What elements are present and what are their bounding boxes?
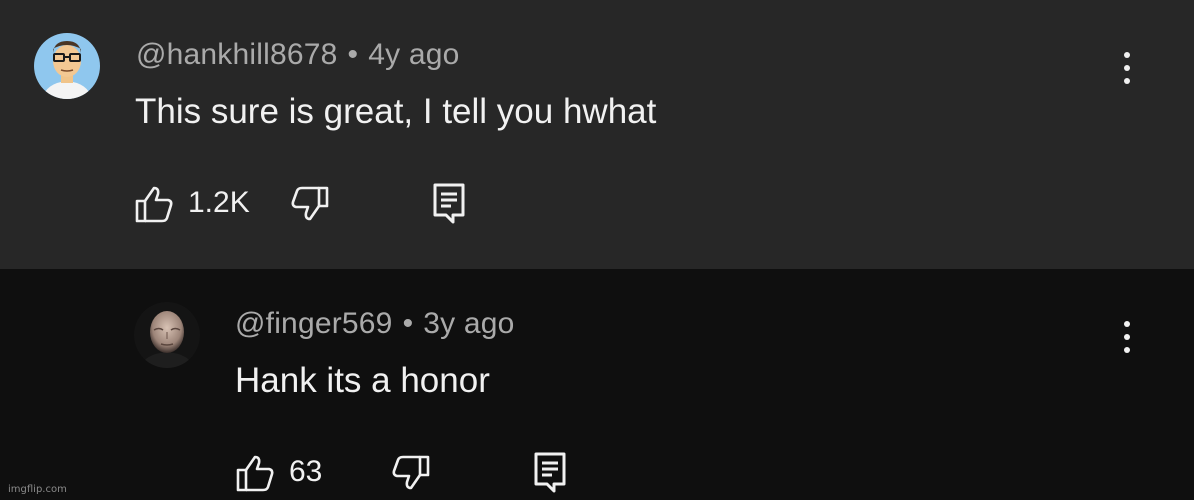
comment-meta: @finger569 • 3y ago	[235, 307, 515, 341]
reply-button[interactable]	[533, 451, 573, 495]
like-count: 1.2K	[188, 186, 250, 219]
meta-separator: •	[402, 307, 414, 340]
thumbs-up-icon	[135, 186, 173, 223]
author-handle[interactable]: @hankhill8678	[136, 38, 338, 71]
timestamp[interactable]: 4y ago	[368, 38, 459, 71]
more-vert-icon[interactable]	[1121, 48, 1133, 88]
meta-separator: •	[347, 38, 359, 71]
like-button[interactable]: 63	[235, 451, 335, 495]
like-count: 63	[289, 455, 323, 488]
thumbs-down-icon	[392, 455, 430, 490]
reply-comment-icon	[534, 452, 566, 493]
comment-meta: @hankhill8678 • 4y ago	[136, 38, 460, 72]
comment-text: This sure is great, I tell you hwhat	[135, 92, 657, 131]
comment-actions: 1.2K	[134, 182, 494, 226]
comment-actions: 63	[235, 451, 595, 495]
thumbs-up-icon	[236, 455, 274, 492]
avatar[interactable]	[134, 302, 200, 368]
more-vert-icon[interactable]	[1121, 317, 1133, 357]
dislike-button[interactable]	[391, 451, 435, 495]
reply-button[interactable]	[432, 182, 472, 226]
watermark: imgflip.com	[8, 484, 67, 495]
comment-text: Hank its a honor	[235, 361, 490, 400]
comment-reply: @finger569 • 3y ago Hank its a honor 63	[0, 269, 1194, 500]
like-button[interactable]: 1.2K	[134, 182, 258, 226]
thumbs-down-icon	[291, 186, 329, 221]
avatar[interactable]	[34, 33, 100, 99]
timestamp[interactable]: 3y ago	[423, 307, 514, 340]
dislike-button[interactable]	[290, 182, 334, 226]
reply-comment-icon	[433, 183, 465, 224]
author-handle[interactable]: @finger569	[235, 307, 393, 340]
comment-thread-top: @hankhill8678 • 4y ago This sure is great,…	[0, 0, 1194, 269]
